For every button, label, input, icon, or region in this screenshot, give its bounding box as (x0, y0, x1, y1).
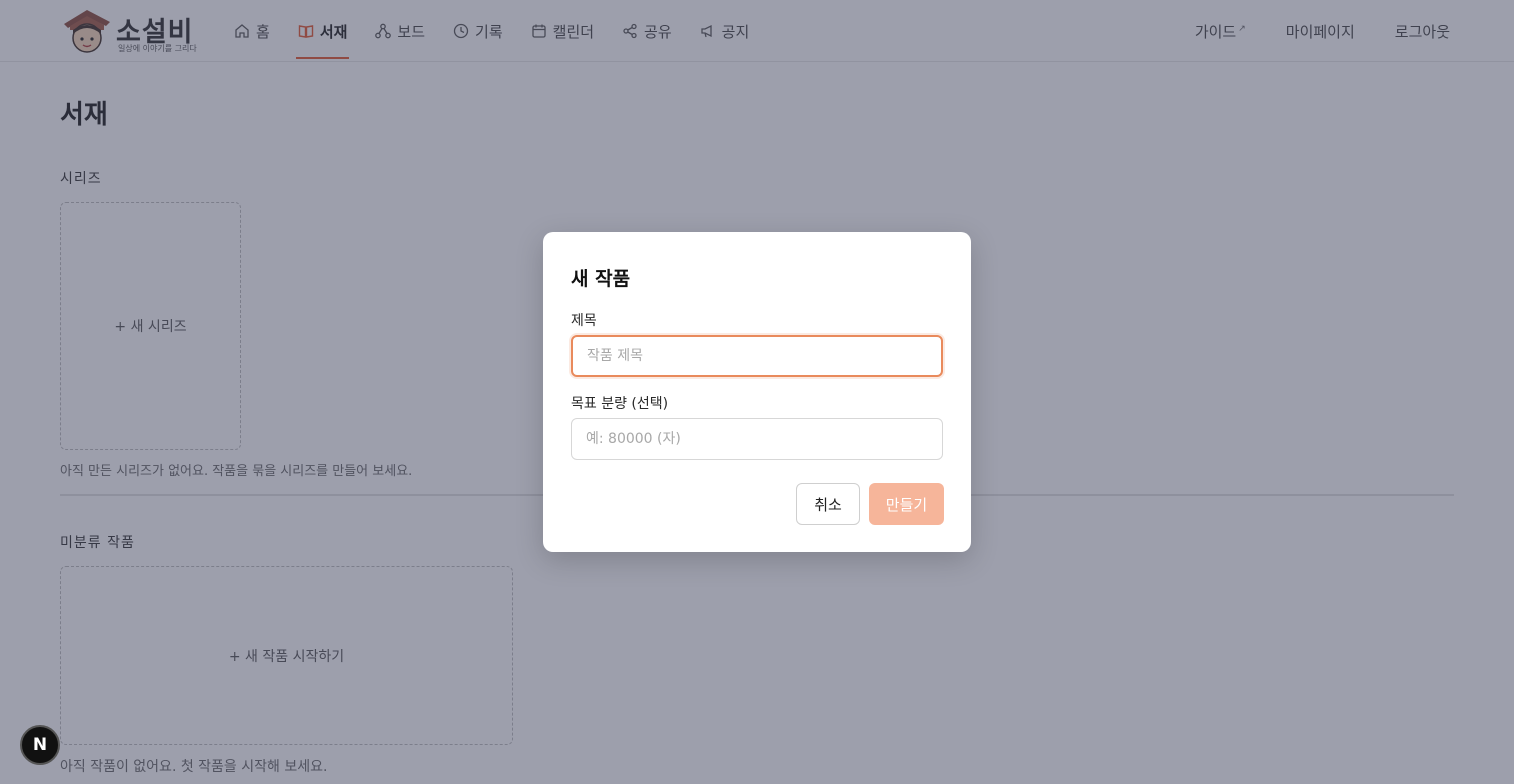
goal-length-input[interactable] (571, 418, 943, 460)
title-input[interactable] (571, 335, 943, 377)
modal-title: 새 작품 (571, 268, 631, 290)
dev-tools-badge[interactable]: N (20, 725, 60, 765)
goal-field-label: 목표 분량 (선택) (571, 396, 669, 412)
cancel-button[interactable]: 취소 (796, 483, 860, 525)
create-button[interactable]: 만들기 (869, 483, 944, 525)
title-field-label: 제목 (571, 313, 597, 329)
new-work-modal: 새 작품 제목 목표 분량 (선택) 취소 만들기 (543, 232, 971, 552)
